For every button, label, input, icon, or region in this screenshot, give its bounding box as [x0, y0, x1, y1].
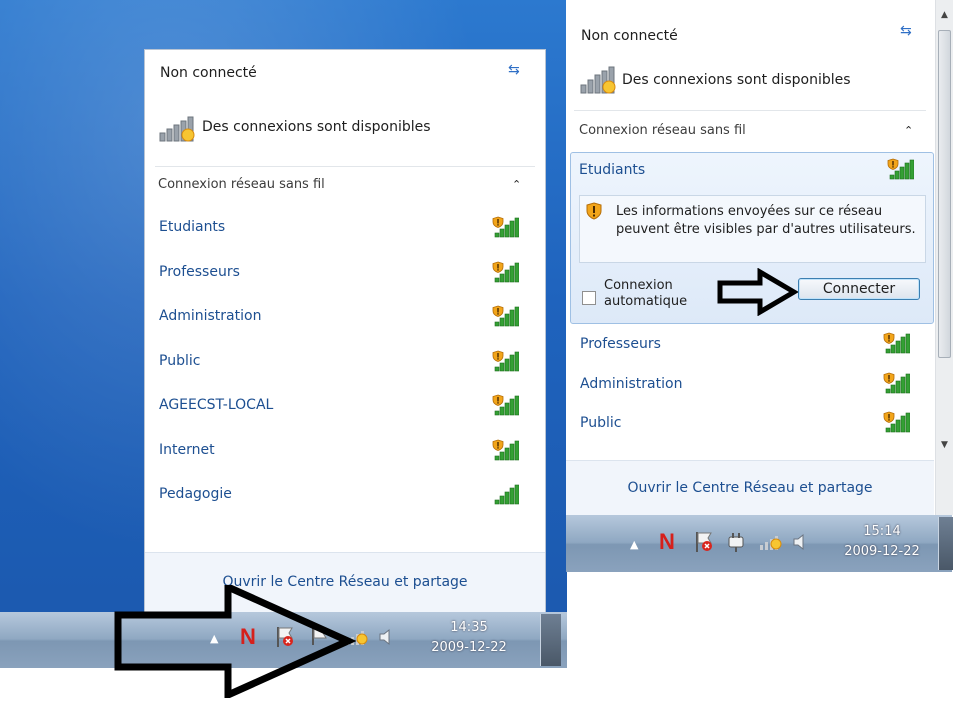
wifi-signal-icon — [491, 483, 519, 505]
clock-time: 15:14 — [863, 524, 901, 539]
availability-text: Des connexions sont disponibles — [202, 119, 431, 135]
network-row[interactable]: Internet — [153, 436, 537, 468]
refresh-icon[interactable]: ⇆ — [508, 62, 520, 78]
auto-connect-checkbox[interactable] — [582, 291, 596, 305]
network-row-clipped[interactable]: • • • • • • • • • • • • • — [574, 452, 926, 460]
clock-date: 2009-12-22 — [844, 544, 920, 559]
security-shield-icon — [586, 202, 602, 224]
warning-box: Les informations envoyées sur ce réseau … — [579, 195, 926, 263]
annotation-arrow-pointing-to-network-icon — [110, 581, 360, 702]
annotation-arrow-pointing-to-connect-button — [716, 267, 799, 320]
open-network-center-link[interactable]: Ouvrir le Centre Réseau et partage — [566, 480, 934, 496]
scroll-down-arrow[interactable]: ▼ — [936, 440, 953, 450]
wifi-signal-icon — [886, 158, 914, 180]
clock-date: 2009-12-22 — [431, 640, 507, 655]
network-row[interactable]: Professeurs — [574, 330, 926, 360]
network-row[interactable]: Administration — [574, 370, 926, 400]
wifi-signal-icon — [882, 411, 910, 433]
network-row[interactable]: Pedagogie — [153, 480, 537, 512]
taskbar-right: ▲ N 15:14 2009-12-22 — [566, 515, 953, 572]
network-name: Administration — [580, 375, 683, 392]
network-row[interactable]: AGEECST-LOCAL — [153, 391, 537, 423]
network-row[interactable]: Public — [153, 347, 537, 379]
wifi-signal-icon — [491, 439, 519, 461]
connect-button[interactable]: Connecter — [798, 278, 920, 300]
status-title: Non connecté — [581, 28, 678, 44]
network-row[interactable]: Professeurs — [153, 258, 537, 290]
wifi-signal-icon — [882, 332, 910, 354]
network-name: Internet — [159, 441, 215, 458]
norton-icon[interactable]: N — [659, 529, 675, 555]
footer-area: Ouvrir le Centre Réseau et partage — [566, 460, 934, 516]
network-name: Pedagogie — [159, 486, 232, 502]
network-name: Public — [580, 415, 622, 431]
network-name-clipped: • • • • • • • • • • • • • — [580, 452, 766, 459]
clock[interactable]: 14:35 2009-12-22 — [428, 618, 510, 658]
availability-text: Des connexions sont disponibles — [622, 72, 851, 88]
wifi-signal-icon — [491, 261, 519, 283]
network-row[interactable]: Etudiants — [153, 213, 537, 245]
volume-icon[interactable] — [792, 532, 808, 556]
scroll-up-arrow[interactable]: ▲ — [936, 10, 953, 20]
collapse-section-icon[interactable]: ⌃ — [512, 178, 521, 191]
network-status-icon — [579, 65, 619, 95]
power-plug-icon[interactable] — [726, 531, 746, 557]
warning-text: Les informations envoyées sur ce réseau … — [616, 204, 916, 237]
network-name: Administration — [159, 308, 262, 324]
network-flyout-left: Non connecté ⇆ Des connexions sont dispo… — [145, 50, 545, 614]
network-row[interactable]: Administration — [153, 302, 537, 334]
action-center-flag-icon[interactable] — [694, 531, 714, 557]
network-name: Professeurs — [159, 263, 240, 280]
wifi-signal-icon — [491, 350, 519, 372]
network-name-etudiants[interactable]: Etudiants — [579, 162, 645, 178]
show-desktop-button[interactable] — [540, 614, 561, 666]
volume-icon[interactable] — [378, 627, 394, 651]
network-name: Etudiants — [159, 219, 226, 235]
clock[interactable]: 15:14 2009-12-22 — [838, 522, 926, 562]
refresh-icon[interactable]: ⇆ — [900, 23, 912, 39]
network-status-icon — [158, 115, 198, 143]
network-name: Professeurs — [580, 336, 661, 352]
vertical-scrollbar[interactable]: ▲ ▼ — [935, 0, 953, 515]
network-row[interactable]: Public — [574, 409, 926, 439]
network-name: Public — [159, 352, 201, 369]
clock-time: 14:35 — [450, 620, 488, 635]
section-label-wireless: Connexion réseau sans fil — [579, 123, 746, 138]
scroll-thumb[interactable] — [938, 30, 951, 358]
divider — [155, 166, 535, 167]
collapse-section-icon[interactable]: ⌃ — [904, 124, 913, 137]
section-label-wireless: Connexion réseau sans fil — [158, 177, 325, 192]
show-hidden-icons-button[interactable]: ▲ — [630, 538, 638, 551]
show-desktop-button[interactable] — [938, 517, 953, 570]
wifi-signal-icon — [491, 305, 519, 327]
network-tray-icon[interactable] — [759, 533, 783, 555]
auto-connect-label[interactable]: Connexion automatique — [604, 278, 694, 310]
status-title: Non connecté — [160, 65, 257, 81]
network-name: AGEECST-LOCAL — [159, 397, 274, 413]
wifi-signal-icon — [491, 394, 519, 416]
divider — [574, 110, 926, 111]
wifi-signal-icon — [491, 216, 519, 238]
wifi-signal-icon — [882, 372, 910, 394]
